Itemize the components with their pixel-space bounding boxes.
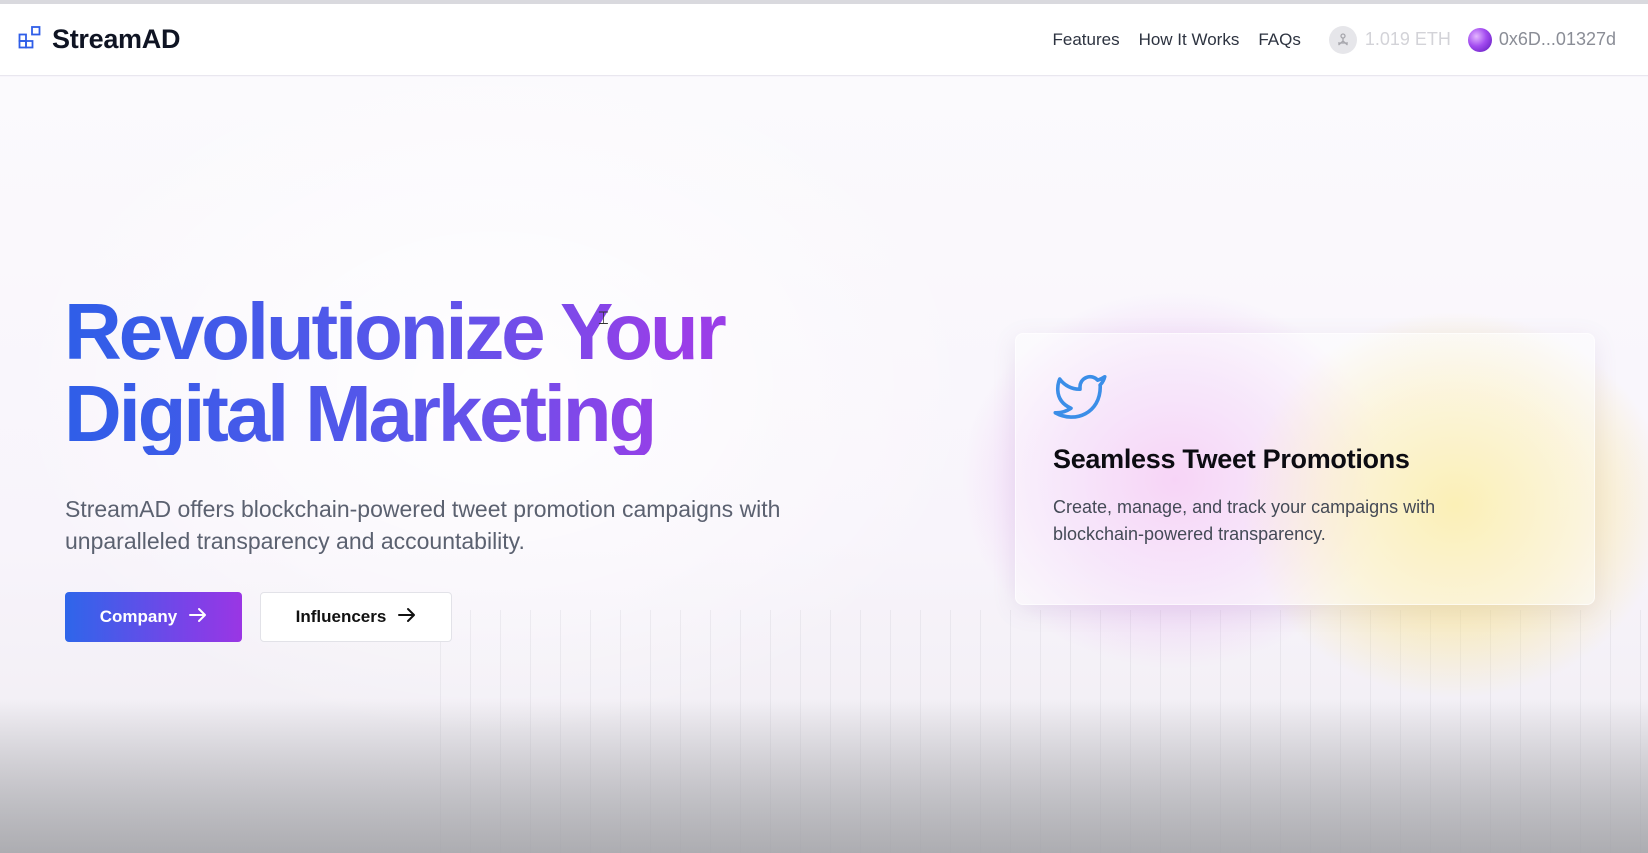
main-nav: Features How It Works FAQs 1.019 ETH 0x6… [1033, 25, 1616, 54]
company-button[interactable]: Company [65, 592, 242, 642]
twitter-bird-icon [1053, 374, 1107, 425]
influencers-button[interactable]: Influencers [260, 592, 452, 642]
eth-balance: 1.019 ETH [1364, 29, 1451, 49]
nav-link-features[interactable]: Features [1052, 30, 1119, 50]
company-button-label: Company [99, 607, 178, 626]
hero-subtitle: StreamAD offers blockchain-powered tweet… [65, 496, 781, 554]
brand-name: StreamAD [52, 24, 181, 54]
nav-link-faqs[interactable]: FAQs [1258, 30, 1301, 50]
network-balance-button[interactable]: 1.019 ETH [1328, 25, 1451, 54]
wallet-avatar [1467, 27, 1492, 52]
hero-title-line-1: Revolutionize Your [64, 287, 724, 376]
top-navbar: StreamAD Features How It Works FAQs 1.01… [0, 4, 1648, 76]
wallet-address: 0x6D...01327d [1498, 29, 1616, 49]
hero-title: Revolutionize Your Digital Marketing [64, 291, 884, 455]
brand-logo-link[interactable]: StreamAD [18, 24, 180, 55]
hero-title-line-2: Digital Marketing [64, 369, 655, 458]
card-title: Seamless Tweet Promotions [1053, 444, 1410, 474]
nav-link-how-it-works[interactable]: How It Works [1139, 30, 1240, 50]
arrow-right-icon [189, 607, 207, 628]
arrow-right-icon [398, 607, 416, 628]
grid-squares-icon [18, 25, 42, 54]
bottom-fade [0, 700, 1648, 853]
text-cursor-icon: ⌶ [598, 308, 609, 328]
feature-card: Seamless Tweet Promotions Create, manage… [1015, 333, 1595, 605]
network-icon [1328, 25, 1357, 54]
influencers-button-label: Influencers [295, 607, 387, 626]
card-description: Create, manage, and track your campaigns… [1053, 497, 1436, 544]
wallet-address-button[interactable]: 0x6D...01327d [1467, 27, 1616, 52]
